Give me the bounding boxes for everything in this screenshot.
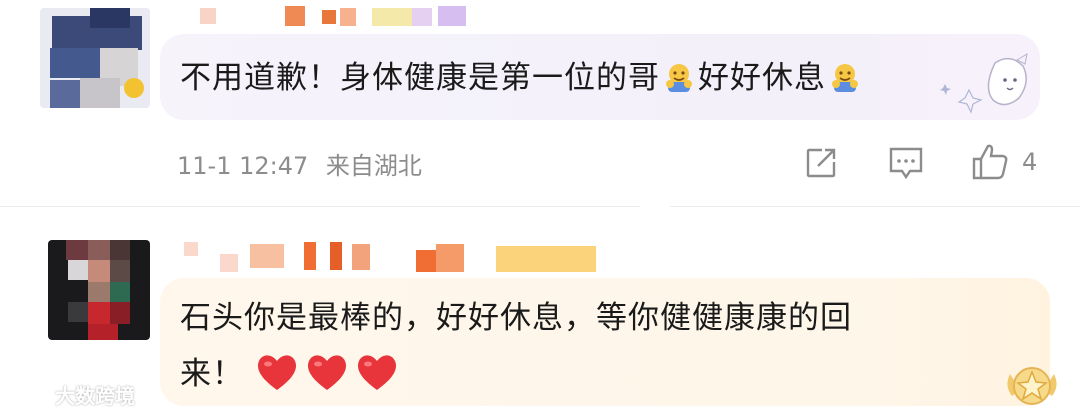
divider (0, 206, 640, 207)
hugging-face-emoji-icon (832, 64, 858, 92)
divider (670, 206, 1080, 207)
comment-text: 不用道歉！身体健康是第一位的哥 好好休息 (180, 52, 864, 97)
comment-meta: 11-1 12:47 来自湖北 (177, 146, 432, 181)
comment-text-rest: 好好休息 (698, 60, 826, 96)
like-count: 4 (1022, 148, 1038, 176)
red-heart-emoji-icon (257, 355, 296, 390)
comment-text-main: 不用道歉！身体健康是第一位的哥 (180, 60, 660, 96)
red-heart-emoji-icon (307, 355, 346, 390)
avatar[interactable] (48, 240, 150, 340)
star-badge-icon (1007, 367, 1057, 405)
watermark: 大数跨境 (8, 380, 135, 409)
avatar[interactable] (40, 8, 150, 108)
comment-time: 11-1 12:47 (177, 152, 309, 180)
watermark-text: 大数跨境 (54, 384, 135, 408)
comment-location: 来自湖北 (325, 152, 422, 180)
watermark-logo-icon (8, 386, 48, 406)
reply-icon[interactable] (888, 146, 924, 180)
nickname[interactable] (184, 240, 604, 276)
bubble-decoration-icon (940, 52, 1028, 114)
comment-text-line-1: 石头你是最棒的，好好休息，等你健健康康的回 (180, 300, 852, 336)
comment-text-line-2: 来！ (180, 348, 405, 393)
red-heart-emoji-icon (357, 355, 396, 390)
nickname[interactable] (200, 6, 470, 28)
hugging-face-emoji-icon (666, 64, 692, 92)
like-button[interactable]: 4 (970, 142, 1050, 182)
comment-text-end: 来！ (180, 356, 244, 392)
thumbs-up-icon (972, 144, 1008, 180)
share-icon[interactable] (804, 146, 838, 180)
